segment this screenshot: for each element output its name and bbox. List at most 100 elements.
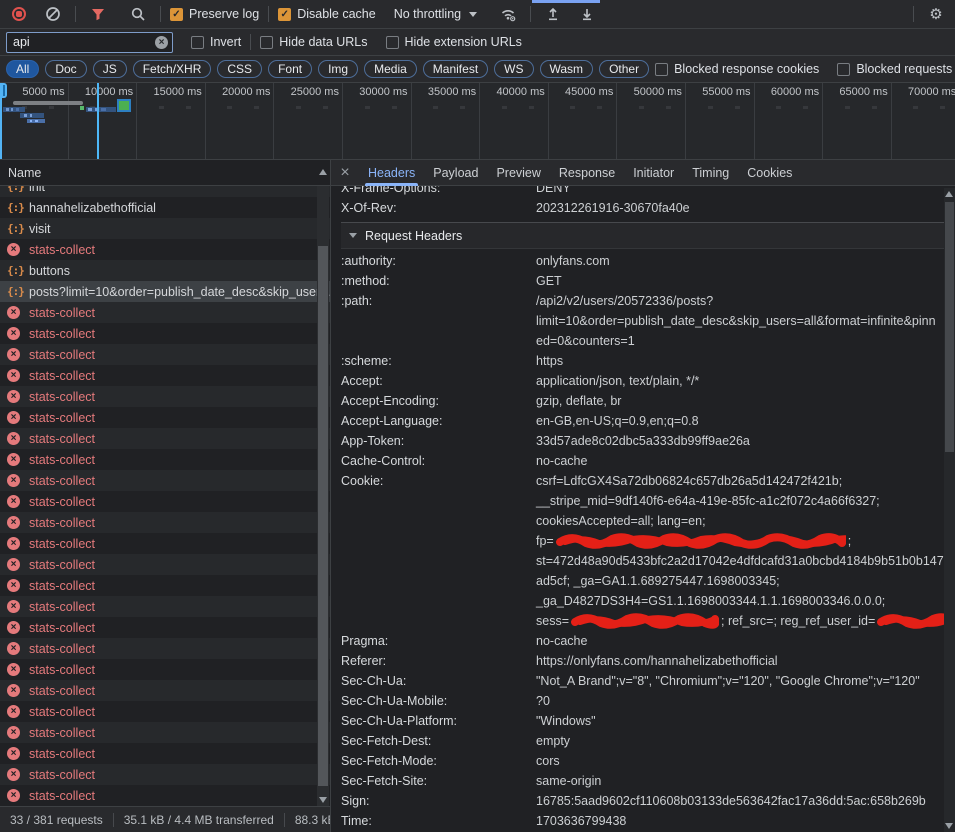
header-value: DENY: [536, 186, 944, 198]
scrollbar-thumb[interactable]: [945, 202, 954, 452]
network-overview-timeline[interactable]: 5000 ms10000 ms15000 ms20000 ms25000 ms3…: [0, 83, 955, 160]
header-value-line: no-cache: [536, 451, 944, 471]
request-row[interactable]: ×stats-collect: [0, 680, 330, 701]
close-icon[interactable]: ×: [331, 160, 359, 186]
request-row[interactable]: ×stats-collect: [0, 785, 330, 806]
import-har-button[interactable]: [540, 2, 566, 26]
request-row[interactable]: ×stats-collect: [0, 239, 330, 260]
request-row[interactable]: {:}visit: [0, 218, 330, 239]
search-button[interactable]: [125, 2, 151, 26]
request-headers-section-header[interactable]: Request Headers: [341, 223, 944, 249]
request-row[interactable]: {:}init: [0, 186, 330, 197]
header-value-line: empty: [536, 731, 944, 751]
request-list: {:}init{:}hannahelizabethofficial{:}visi…: [0, 186, 330, 806]
header-name: Sec-Ch-Ua:: [341, 671, 536, 691]
filter-pill-font[interactable]: Font: [268, 60, 312, 78]
scroll-down-arrow[interactable]: [945, 823, 953, 829]
blocked-requests-checkbox[interactable]: Blocked requests: [837, 62, 952, 76]
request-row[interactable]: ×stats-collect: [0, 344, 330, 365]
record-button[interactable]: [6, 2, 32, 26]
scroll-up-arrow[interactable]: [319, 169, 327, 175]
timeline-tick-label: 40000 ms: [496, 86, 544, 98]
clear-filter-icon[interactable]: ×: [155, 36, 168, 49]
header-value: onlyfans.com: [536, 251, 944, 271]
tab-preview[interactable]: Preview: [487, 160, 549, 186]
request-row[interactable]: ×stats-collect: [0, 491, 330, 512]
settings-button[interactable]: ⚙: [923, 2, 949, 26]
hide-extension-urls-checkbox[interactable]: Hide extension URLs: [386, 35, 522, 49]
tab-response[interactable]: Response: [550, 160, 624, 186]
scrollbar-thumb[interactable]: [318, 246, 328, 786]
scroll-down-arrow[interactable]: [319, 797, 327, 803]
request-list-scrollbar[interactable]: [317, 186, 329, 806]
header-name: Sec-Fetch-Site:: [341, 771, 536, 791]
filter-pill-other[interactable]: Other: [599, 60, 649, 78]
clear-button[interactable]: [40, 2, 66, 26]
throttling-select[interactable]: No throttling: [394, 7, 477, 21]
detail-scrollbar[interactable]: [944, 188, 955, 832]
filter-pill-doc[interactable]: Doc: [45, 60, 86, 78]
hide-data-urls-checkbox[interactable]: Hide data URLs: [260, 35, 367, 49]
request-failed-icon: ×: [7, 348, 20, 361]
filter-pill-fetch-xhr[interactable]: Fetch/XHR: [133, 60, 212, 78]
request-row[interactable]: ×stats-collect: [0, 302, 330, 323]
tab-timing[interactable]: Timing: [683, 160, 738, 186]
request-row[interactable]: ×stats-collect: [0, 470, 330, 491]
filter-pill-all[interactable]: All: [6, 60, 39, 78]
header-value-line: csrf=LdfcGX4Sa72db06824c657db26a5d142472…: [536, 471, 944, 491]
filter-pill-css[interactable]: CSS: [217, 60, 262, 78]
export-har-button[interactable]: [574, 2, 600, 26]
filter-pill-img[interactable]: Img: [318, 60, 358, 78]
request-row[interactable]: ×stats-collect: [0, 323, 330, 344]
request-row[interactable]: ×stats-collect: [0, 617, 330, 638]
request-row[interactable]: ×stats-collect: [0, 743, 330, 764]
record-icon: [11, 6, 27, 22]
request-row[interactable]: ×stats-collect: [0, 365, 330, 386]
request-row[interactable]: ×stats-collect: [0, 575, 330, 596]
preserve-log-checkbox[interactable]: ✓ Preserve log: [170, 7, 259, 21]
request-failed-icon: ×: [7, 369, 20, 382]
request-row[interactable]: ×stats-collect: [0, 722, 330, 743]
request-row[interactable]: ×stats-collect: [0, 764, 330, 785]
request-name-label: stats-collect: [29, 642, 330, 656]
disable-cache-checkbox[interactable]: ✓ Disable cache: [278, 7, 376, 21]
request-failed-icon: ×: [7, 327, 20, 340]
filter-pill-wasm[interactable]: Wasm: [540, 60, 594, 78]
request-row[interactable]: {:}hannahelizabethofficial: [0, 197, 330, 218]
request-row[interactable]: {:}posts?limit=10&order=publish_date_des…: [0, 281, 330, 302]
request-row[interactable]: ×stats-collect: [0, 554, 330, 575]
timeline-drag-handle[interactable]: [0, 83, 7, 98]
filter-input[interactable]: api ×: [6, 32, 173, 53]
request-row[interactable]: ×stats-collect: [0, 449, 330, 470]
blocked-response-cookies-checkbox[interactable]: Blocked response cookies: [655, 62, 819, 76]
request-row[interactable]: ×stats-collect: [0, 512, 330, 533]
name-column-header[interactable]: Name: [0, 160, 330, 186]
scroll-up-arrow[interactable]: [945, 191, 953, 197]
filter-pill-js[interactable]: JS: [93, 60, 127, 78]
request-failed-icon: ×: [7, 390, 20, 403]
header-name: App-Token:: [341, 431, 536, 451]
request-failed-icon: ×: [7, 558, 20, 571]
tab-payload[interactable]: Payload: [424, 160, 487, 186]
request-row[interactable]: {:}buttons: [0, 260, 330, 281]
filter-pill-media[interactable]: Media: [364, 60, 417, 78]
request-failed-icon: ×: [7, 579, 20, 592]
filter-toggle-button[interactable]: [85, 2, 111, 26]
filter-pill-ws[interactable]: WS: [494, 60, 533, 78]
network-conditions-button[interactable]: [495, 2, 521, 26]
request-row[interactable]: ×stats-collect: [0, 701, 330, 722]
tab-headers[interactable]: Headers: [359, 160, 424, 186]
header-value-line: https: [536, 351, 944, 371]
request-row[interactable]: ×stats-collect: [0, 428, 330, 449]
request-row[interactable]: ×stats-collect: [0, 407, 330, 428]
invert-checkbox[interactable]: Invert: [191, 35, 241, 49]
request-row[interactable]: ×stats-collect: [0, 386, 330, 407]
header-name: Sec-Fetch-Dest:: [341, 731, 536, 751]
tab-cookies[interactable]: Cookies: [738, 160, 801, 186]
request-row[interactable]: ×stats-collect: [0, 533, 330, 554]
request-row[interactable]: ×stats-collect: [0, 596, 330, 617]
request-row[interactable]: ×stats-collect: [0, 659, 330, 680]
request-row[interactable]: ×stats-collect: [0, 638, 330, 659]
filter-pill-manifest[interactable]: Manifest: [423, 60, 488, 78]
tab-initiator[interactable]: Initiator: [624, 160, 683, 186]
